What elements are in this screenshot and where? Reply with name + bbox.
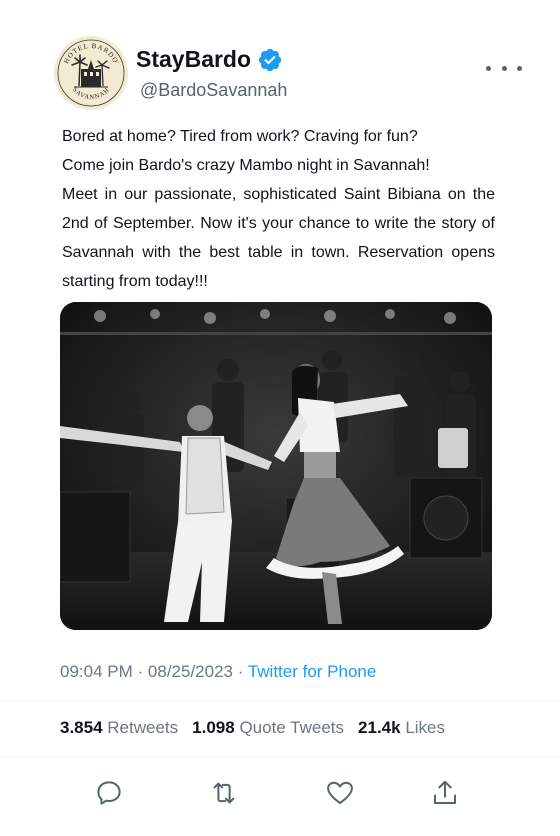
- display-name[interactable]: StayBardo: [136, 46, 251, 73]
- quote-tweets-count: 1.098: [192, 718, 235, 737]
- retweets-label: Retweets: [107, 718, 179, 737]
- more-dot: [486, 65, 491, 71]
- tweet-source-link[interactable]: Twitter for Phone: [248, 662, 377, 681]
- tweet-stats: 3.854 Retweets 1.098 Quote Tweets 21.4k …: [60, 718, 459, 738]
- reply-icon[interactable]: [94, 778, 124, 808]
- retweets-stat[interactable]: 3.854 Retweets: [60, 718, 178, 738]
- dance-photo-image: [60, 302, 492, 630]
- tweet-text: Bored at home? Tired from work? Craving …: [62, 122, 495, 296]
- tweet-line-3: Meet in our passionate, sophisticated Sa…: [62, 186, 495, 290]
- verified-badge-icon: [257, 47, 283, 73]
- tweet-photo[interactable]: [60, 302, 492, 630]
- share-icon[interactable]: [430, 778, 460, 808]
- avatar[interactable]: HOTEL BARDO SAVANNAH: [54, 36, 128, 110]
- divider: [0, 700, 560, 701]
- like-icon[interactable]: [325, 778, 355, 808]
- tweet-time[interactable]: 09:04 PM: [60, 662, 133, 681]
- tweet-date[interactable]: 08/25/2023: [148, 662, 233, 681]
- quote-tweets-stat[interactable]: 1.098 Quote Tweets: [192, 718, 344, 738]
- likes-label: Likes: [405, 718, 445, 737]
- hotel-bardo-logo: HOTEL BARDO SAVANNAH: [54, 36, 128, 110]
- tweet-header: HOTEL BARDO SAVANNAH StayBardo @BardoSav…: [54, 36, 522, 116]
- quote-tweets-label: Quote Tweets: [239, 718, 345, 737]
- retweets-count: 3.854: [60, 718, 103, 737]
- more-dot: [501, 65, 507, 71]
- retweet-icon[interactable]: [209, 778, 239, 808]
- meta-separator: ·: [237, 662, 244, 681]
- tweet-line-2: Come join Bardo's crazy Mambo night in S…: [62, 157, 430, 174]
- divider: [0, 756, 560, 757]
- name-row: StayBardo: [136, 46, 283, 73]
- likes-count: 21.4k: [358, 718, 401, 737]
- user-handle[interactable]: @BardoSavannah: [140, 80, 287, 101]
- meta-separator: ·: [137, 662, 144, 681]
- tweet-meta: 09:04 PM · 08/25/2023 · Twitter for Phon…: [60, 662, 376, 682]
- likes-stat[interactable]: 21.4k Likes: [358, 718, 445, 738]
- more-dot: [517, 65, 522, 71]
- more-options-icon[interactable]: [486, 60, 522, 76]
- tweet-line-1: Bored at home? Tired from work? Craving …: [62, 128, 418, 145]
- tweet-actions: [0, 770, 560, 814]
